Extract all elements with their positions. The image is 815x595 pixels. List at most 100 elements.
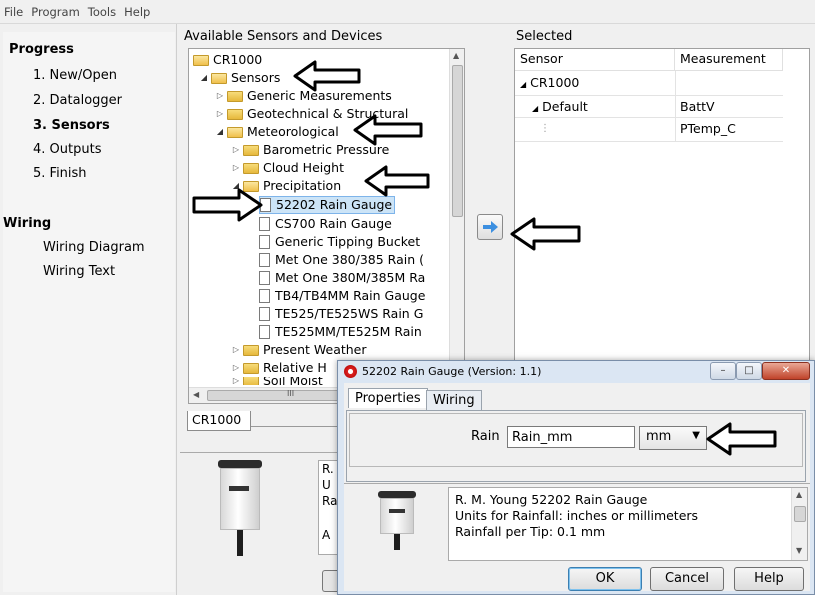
collapse-icon[interactable]: ▷ [215, 105, 225, 123]
tab-wiring[interactable]: Wiring [426, 390, 482, 410]
expand-icon[interactable]: ◢ [532, 104, 538, 113]
tree-relative[interactable]: ▷ Relative H [231, 359, 327, 377]
menu-tools[interactable]: Tools [84, 5, 120, 19]
folder-icon [227, 108, 243, 120]
collapse-icon[interactable]: ▷ [231, 341, 241, 359]
folder-icon [227, 126, 243, 138]
menu-file[interactable]: File [0, 5, 27, 19]
divider [344, 483, 810, 484]
tree-item-te525mm[interactable]: TE525MM/TE525M Rain [259, 323, 422, 341]
col-header-sensor[interactable]: Sensor [515, 49, 675, 71]
folder-icon [227, 90, 243, 102]
expand-icon[interactable]: ◢ [215, 123, 225, 141]
tree-item-cs700[interactable]: CS700 Rain Gauge [259, 215, 392, 233]
measurement-ptemp[interactable]: PTemp_C [675, 119, 736, 139]
dialog-titlebar[interactable]: 52202 Rain Gauge (Version: 1.1) – □ ✕ [338, 361, 814, 383]
description-text: R. M. Young 52202 Rain Gauge Units for R… [455, 492, 699, 539]
row-divider [515, 141, 783, 142]
minimize-icon[interactable]: – [710, 362, 736, 380]
folder-icon [243, 144, 259, 156]
tree-item-metone-380[interactable]: Met One 380/385 Rain ( [259, 251, 424, 269]
outline-arrow-icon [353, 114, 423, 146]
description-scroll-thumb[interactable] [794, 506, 806, 522]
menu-program[interactable]: Program [27, 5, 84, 19]
rain-label: Rain [471, 429, 500, 444]
collapse-icon[interactable]: ▷ [231, 359, 241, 377]
row-divider [515, 95, 783, 96]
dialog-body: Properties Wiring Rain mm ▼ R. M. Young … [344, 383, 810, 591]
row-divider [515, 117, 783, 118]
chevron-down-icon: ▼ [692, 430, 700, 441]
selected-label: Selected [516, 29, 573, 44]
dialog-title: 52202 Rain Gauge (Version: 1.1) [362, 365, 542, 378]
expand-icon[interactable]: ◢ [520, 80, 526, 89]
col-header-measurement[interactable]: Measurement [675, 49, 783, 71]
collapse-icon[interactable]: ▷ [215, 87, 225, 105]
rain-unit-select[interactable]: mm ▼ [639, 426, 707, 450]
sensor-tree[interactable]: CR1000 ◢ Sensors ▷ Generic Measurements ▷ G… [188, 48, 465, 404]
app-icon [344, 365, 357, 378]
scroll-up-icon[interactable]: ▲ [453, 51, 459, 60]
measurement-battv[interactable]: BattV [675, 97, 715, 117]
tree-connector: ⋮ [540, 123, 550, 134]
tree-item-te525[interactable]: TE525/TE525WS Rain G [259, 305, 423, 323]
tree-meteorological[interactable]: ◢ Meteorological [215, 123, 339, 141]
divider [176, 24, 177, 595]
tree-sensors[interactable]: ◢ Sensors [199, 69, 280, 87]
expand-icon[interactable]: ◢ [199, 69, 209, 87]
document-icon [259, 307, 270, 321]
col-divider [675, 71, 676, 141]
step-new-open[interactable]: 1. New/Open [33, 68, 117, 83]
step-finish[interactable]: 5. Finish [33, 166, 87, 181]
scroll-down-icon[interactable]: ▼ [796, 546, 802, 555]
cancel-button[interactable]: Cancel [650, 567, 724, 591]
tree-present-weather[interactable]: ▷ Present Weather [231, 341, 367, 359]
row-cr1000[interactable]: ◢ CR1000 [515, 73, 579, 95]
wiring-text-link[interactable]: Wiring Text [43, 264, 115, 279]
arrow-right-icon [483, 221, 498, 233]
step-datalogger[interactable]: 2. Datalogger [33, 93, 122, 108]
wiring-diagram-link[interactable]: Wiring Diagram [43, 240, 145, 255]
description-scrollbar[interactable]: ▲ ▼ [791, 488, 807, 560]
collapse-icon[interactable]: ▷ [231, 159, 241, 177]
close-icon[interactable]: ✕ [762, 362, 810, 380]
maximize-icon[interactable]: □ [736, 362, 762, 380]
tree-soil[interactable]: ▷ Soil Moist [231, 377, 323, 385]
folder-icon [243, 344, 259, 356]
tree-root[interactable]: CR1000 [193, 51, 262, 69]
collapse-icon[interactable]: ▷ [231, 141, 241, 159]
outline-arrow-icon [706, 422, 777, 456]
tree-item-52202[interactable]: 52202 Rain Gauge [259, 196, 396, 214]
tree-item-generic-tipping[interactable]: Generic Tipping Bucket [259, 233, 420, 251]
tree-vscrollbar[interactable]: ▲ [449, 49, 464, 387]
help-button[interactable]: Help [734, 567, 804, 591]
tree-item-metone-380m[interactable]: Met One 380M/385M Ra [259, 269, 425, 287]
tree-vscroll-thumb[interactable] [452, 65, 463, 217]
ok-button[interactable]: OK [568, 567, 642, 591]
gauge-image-bg [214, 460, 266, 570]
folder-icon [243, 162, 259, 174]
add-sensor-button[interactable] [477, 214, 503, 240]
tree-item-tb4[interactable]: TB4/TB4MM Rain Gauge [259, 287, 425, 305]
menu-help[interactable]: Help [120, 5, 154, 19]
step-sensors[interactable]: 3. Sensors [33, 118, 110, 133]
tab-baseline [251, 426, 346, 427]
folder-icon [243, 362, 259, 374]
available-label: Available Sensors and Devices [184, 29, 383, 44]
scroll-up-icon[interactable]: ▲ [796, 490, 802, 499]
tree-cloud-height[interactable]: ▷ Cloud Height [231, 159, 344, 177]
tab-properties[interactable]: Properties [348, 388, 428, 408]
outline-arrow-icon [510, 217, 581, 251]
collapse-icon[interactable]: ▷ [231, 377, 241, 385]
folder-icon [193, 54, 209, 66]
step-outputs[interactable]: 4. Outputs [33, 142, 101, 157]
datalogger-tab[interactable]: CR1000 [187, 411, 251, 431]
scroll-left-icon[interactable]: ◀ [193, 390, 199, 399]
outline-arrow-icon [293, 60, 361, 92]
outline-arrow-icon [192, 188, 263, 222]
rain-name-input[interactable] [507, 426, 635, 448]
row-default[interactable]: ◢ Default [527, 97, 588, 119]
document-icon [259, 325, 270, 339]
outline-arrow-icon [364, 165, 430, 197]
sensor-properties-dialog: 52202 Rain Gauge (Version: 1.1) – □ ✕ Pr… [337, 360, 815, 595]
